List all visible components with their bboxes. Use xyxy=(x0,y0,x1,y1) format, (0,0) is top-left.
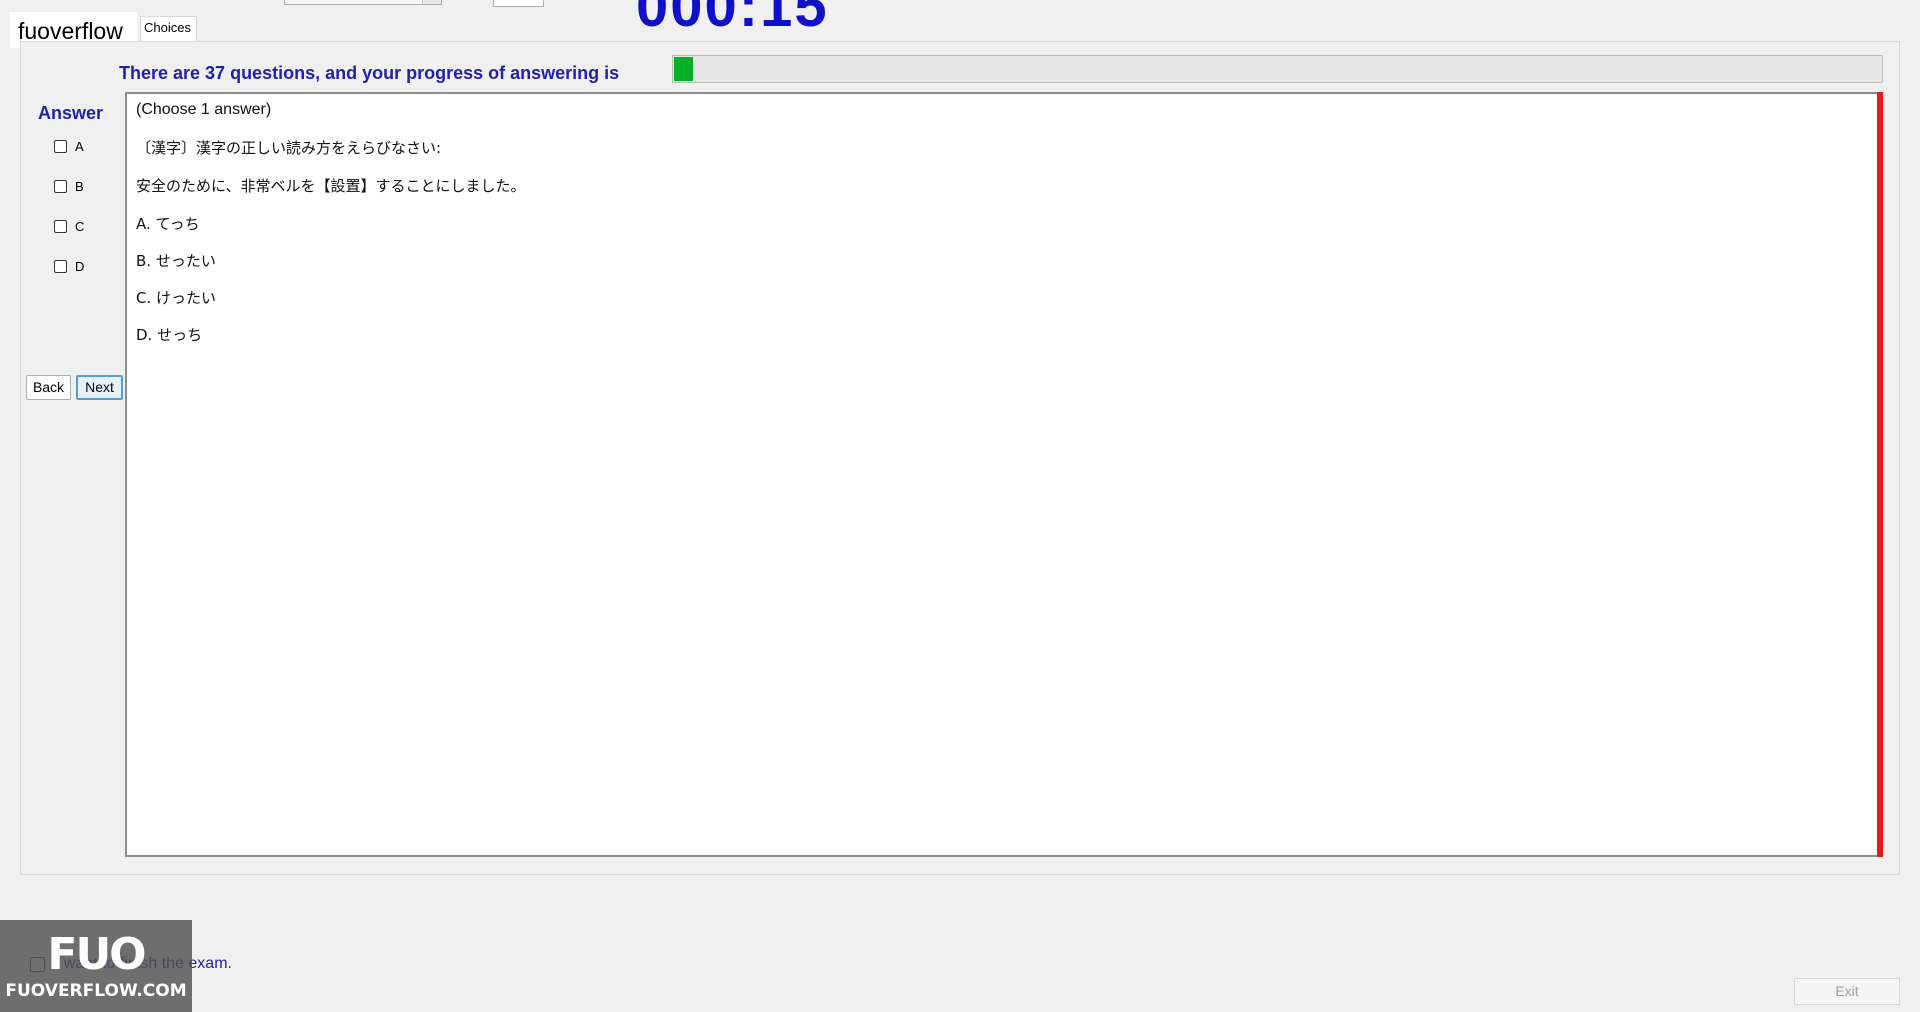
top-spin-box[interactable] xyxy=(493,0,544,7)
question-instruction: (Choose 1 answer) xyxy=(136,101,272,118)
combo-arrow-icon[interactable] xyxy=(422,0,441,4)
back-button[interactable]: Back xyxy=(26,375,71,400)
watermark: FUO FUOVERFLOW.COM xyxy=(0,920,192,1012)
question-choice-d: D. せっち xyxy=(136,326,203,344)
question-choice-b: B. せったい xyxy=(136,252,216,270)
question-area[interactable] xyxy=(125,92,1881,857)
tab-choices[interactable]: Choices xyxy=(140,16,197,41)
option-label-b: B xyxy=(75,179,84,194)
checkbox-b[interactable] xyxy=(54,180,67,193)
watermark-url: FUOVERFLOW.COM xyxy=(5,981,187,1001)
answer-option-d[interactable]: D xyxy=(54,259,84,274)
progress-bar-fill xyxy=(674,57,694,81)
watermark-logo: FUO xyxy=(47,929,146,980)
option-label-a: A xyxy=(75,139,84,154)
option-label-c: C xyxy=(75,219,85,234)
question-choice-a: A. てっち xyxy=(136,215,200,233)
answer-option-c[interactable]: C xyxy=(54,219,84,234)
progress-bar xyxy=(672,55,1883,83)
exam-timer: 000:15 xyxy=(636,0,829,39)
top-combo-box[interactable] xyxy=(284,0,442,5)
checkbox-d[interactable] xyxy=(54,260,67,273)
scroll-marker xyxy=(1877,92,1883,857)
answer-option-b[interactable]: B xyxy=(54,179,84,194)
option-label-d: D xyxy=(75,259,85,274)
answer-option-a[interactable]: A xyxy=(54,139,84,154)
question-prompt: 〔漢字〕漢字の正しい読み方をえらびなさい: xyxy=(136,139,442,157)
checkbox-c[interactable] xyxy=(54,220,67,233)
question-sentence: 安全のために、非常ベルを【設置】することにしました。 xyxy=(136,177,526,195)
answer-title: Answer xyxy=(38,103,104,123)
exit-button[interactable]: Exit xyxy=(1794,978,1900,1005)
progress-label: There are 37 questions, and your progres… xyxy=(119,63,620,83)
checkbox-a[interactable] xyxy=(54,140,67,153)
question-choice-c: C. けったい xyxy=(136,289,217,307)
next-button[interactable]: Next xyxy=(76,375,123,400)
